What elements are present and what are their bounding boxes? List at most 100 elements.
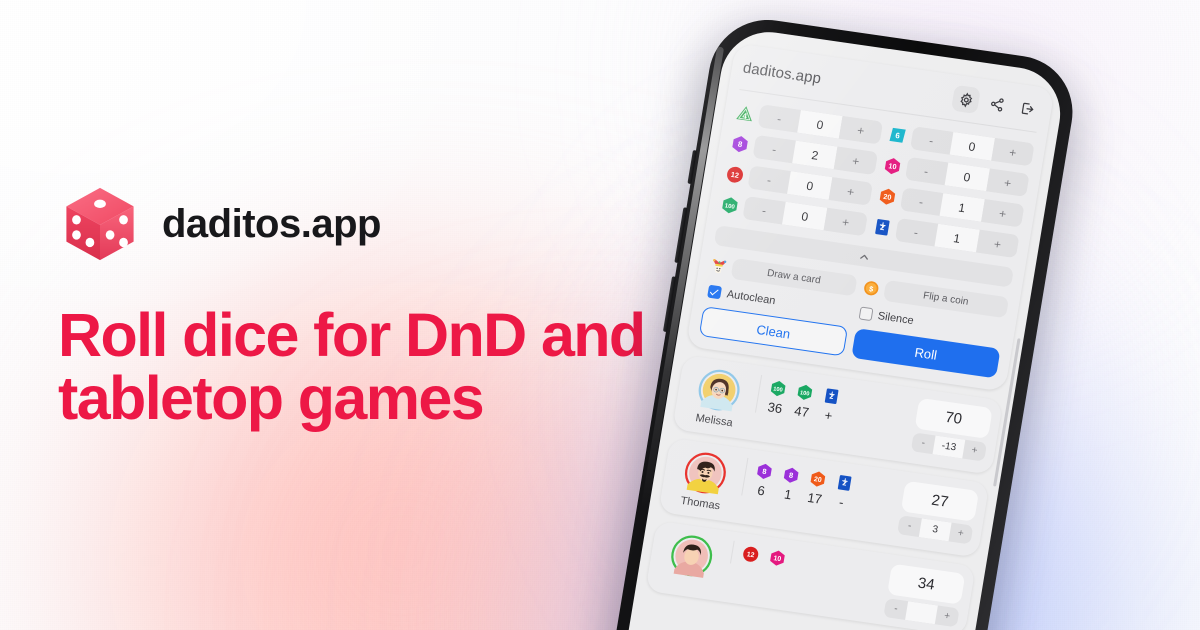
d2-count-value: 1	[934, 223, 980, 253]
app-title: daditos.app	[741, 58, 823, 87]
d12-icon: 12	[740, 544, 761, 564]
modifier-decrement-button[interactable]: -	[883, 598, 908, 620]
avatar[interactable]	[695, 366, 743, 413]
d8-icon: 8	[754, 461, 775, 481]
modifier-increment-button[interactable]: +	[962, 440, 987, 462]
silence-checkbox-box[interactable]	[858, 306, 874, 322]
d10-decrement-button[interactable]: -	[904, 156, 949, 186]
d4-decrement-button[interactable]: -	[757, 104, 802, 133]
player-identity	[657, 531, 726, 585]
d8-count-value: 2	[792, 140, 838, 170]
phone-body: daditos.app 4 - 0 + 6 - 0 + 8 - 2 + 10 -…	[604, 12, 1082, 630]
d100-icon: 100	[719, 195, 741, 216]
roll-dice-list: 8 6 8 1 20 17 2 -	[751, 461, 897, 517]
d2-icon: 2	[871, 216, 893, 237]
svg-text:10: 10	[773, 555, 782, 563]
d20-icon: 20	[808, 469, 829, 489]
roll-result-cell: 8 6	[751, 461, 775, 499]
modifier-increment-button[interactable]: +	[948, 523, 973, 545]
d8-increment-button[interactable]: +	[834, 146, 878, 176]
d8-decrement-button[interactable]: -	[752, 134, 797, 164]
d4-icon: 4	[734, 103, 756, 124]
svg-text:12: 12	[746, 551, 755, 559]
coin-icon: $	[863, 281, 878, 296]
player-total: 27	[900, 480, 980, 522]
d20-increment-button[interactable]: +	[980, 199, 1025, 228]
settings-gear-icon[interactable]	[950, 84, 981, 115]
roll-result-cell: 2 -	[831, 473, 855, 511]
header-icon-group	[950, 84, 1042, 123]
d100-count-value: 0	[782, 201, 828, 231]
brand-name: daditos.app	[162, 202, 381, 246]
player-score: 70 - -13 +	[910, 397, 993, 462]
roll-result-cell: 100 36	[765, 378, 789, 416]
d12-increment-button[interactable]: +	[828, 177, 873, 206]
player-identity: Thomas	[669, 448, 740, 514]
d100-decrement-button[interactable]: -	[742, 196, 786, 225]
roll-result-cell: 2 +	[818, 386, 842, 424]
player-score: 34 - +	[883, 563, 966, 628]
roll-value: 36	[766, 399, 784, 417]
dice-logo-icon	[66, 187, 134, 261]
joker-icon	[713, 259, 727, 274]
d10-increment-button[interactable]: +	[986, 168, 1030, 197]
d10-icon: 10	[881, 155, 903, 176]
d2-decrement-button[interactable]: -	[894, 217, 938, 247]
d12-decrement-button[interactable]: -	[747, 165, 791, 194]
player-score: 27 - 3 +	[897, 480, 980, 545]
d6-icon: 6	[886, 125, 908, 146]
d12-icon: 12	[724, 164, 746, 185]
roll-result-cell: 8 1	[778, 465, 802, 503]
headline-line-2: tabletop games	[58, 364, 485, 433]
avatar[interactable]	[667, 532, 715, 579]
svg-text:20: 20	[813, 476, 822, 484]
d20-decrement-button[interactable]: -	[899, 187, 943, 216]
autoclean-checkbox-box[interactable]	[707, 284, 723, 300]
headline-line-1: Roll dice for DnD and	[58, 301, 646, 369]
roll-result-cell: 12	[740, 544, 761, 567]
silence-label: Silence	[876, 309, 915, 327]
d8-icon: 8	[781, 465, 802, 485]
dice-roller-panel: daditos.app 4 - 0 + 6 - 0 + 8 - 2 + 10 -…	[685, 43, 1055, 392]
page-title: Roll dice for DnD and tabletop games	[58, 301, 698, 433]
player-results-list: Melissa 100 36 100 47 2 + 70 - -13 + Tho…	[645, 354, 1004, 630]
d6-decrement-button[interactable]: -	[909, 126, 954, 155]
player-rolls: 100 36 100 47 2 +	[754, 374, 912, 435]
d2-increment-button[interactable]: +	[975, 229, 1020, 259]
d100-increment-button[interactable]: +	[823, 207, 868, 237]
modifier-value	[905, 601, 938, 625]
roll-value: 1	[783, 486, 793, 503]
player-total: 34	[887, 563, 966, 605]
modifier-value: -13	[932, 435, 965, 459]
roll-result-cell: 10	[767, 548, 788, 571]
roll-value: -	[838, 494, 845, 510]
modifier-decrement-button[interactable]: -	[911, 432, 936, 454]
player-identity: Melissa	[682, 365, 753, 431]
d6-count-value: 0	[949, 131, 995, 161]
d10-count-value: 0	[944, 162, 990, 192]
modifier-increment-button[interactable]: +	[934, 605, 959, 627]
svg-text:12: 12	[730, 170, 739, 180]
roll-result-cell: 100 47	[792, 382, 816, 420]
roll-value: 47	[793, 403, 811, 421]
d12-count-value: 0	[787, 171, 833, 200]
roll-value: +	[823, 407, 834, 424]
d8-icon: 8	[729, 133, 751, 154]
avatar[interactable]	[681, 449, 729, 496]
exit-icon[interactable]	[1012, 94, 1042, 123]
d100-icon: 100	[795, 382, 816, 402]
player-name: Thomas	[679, 494, 721, 513]
svg-text:10: 10	[887, 161, 896, 171]
d2-icon: 2	[821, 386, 842, 406]
brand: daditos.app	[58, 178, 698, 270]
share-icon[interactable]	[982, 89, 1012, 118]
player-total: 70	[914, 397, 993, 439]
d20-icon: 20	[876, 186, 898, 207]
d4-increment-button[interactable]: +	[839, 116, 883, 145]
roll-value: 6	[756, 482, 767, 499]
d6-increment-button[interactable]: +	[991, 137, 1035, 167]
autoclean-label: Autoclean	[725, 287, 777, 307]
modifier-decrement-button[interactable]: -	[897, 515, 922, 537]
roll-value: 17	[806, 489, 824, 507]
hero-left-panel: daditos.app Roll dice for DnD and tablet…	[58, 178, 698, 431]
